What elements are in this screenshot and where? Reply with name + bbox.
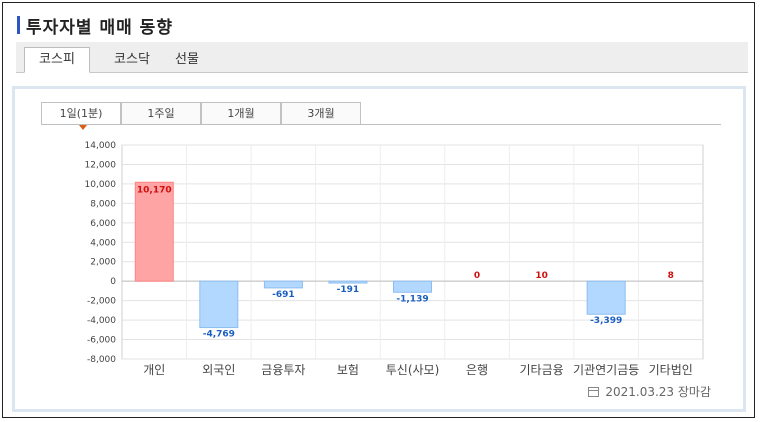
category-label: 금융투자 — [261, 363, 305, 377]
value-label: -1,139 — [396, 294, 428, 304]
bar — [134, 181, 174, 282]
category-label: 투신(사모) — [386, 363, 440, 377]
value-label: 10 — [535, 271, 548, 281]
value-label: 8 — [668, 271, 674, 281]
bar — [586, 280, 626, 315]
bar — [199, 280, 239, 329]
bar-chart: 14,000 12,000 10,000 8,000 6,000 4,000 2,000 0 -… — [85, 141, 704, 377]
update-timestamp-text: 2021.03.23 장마감 — [605, 385, 711, 399]
y-tick-label: -2,000 — [87, 297, 116, 307]
labels-layer: 14,000 12,000 10,000 8,000 6,000 4,000 2,000 0 -… — [85, 141, 693, 377]
category-label: 기관연기금등 — [573, 363, 639, 377]
value-label: -4,769 — [203, 330, 235, 340]
category-label: 외국인 — [202, 363, 235, 377]
y-tick-label: 6,000 — [90, 219, 116, 229]
y-tick-label: -8,000 — [87, 355, 116, 365]
y-tick-label: -6,000 — [87, 336, 116, 346]
category-label: 기타금융 — [520, 363, 564, 377]
bar — [393, 280, 432, 293]
calendar-icon — [588, 386, 600, 397]
y-tick-label: 0 — [110, 277, 116, 287]
value-label: -691 — [272, 290, 295, 300]
y-tick-label: 14,000 — [85, 141, 117, 151]
value-label: 0 — [474, 271, 480, 281]
y-tick-label: 2,000 — [90, 258, 116, 268]
bar — [328, 280, 368, 284]
value-label: -3,399 — [590, 316, 622, 326]
value-label: 10,170 — [137, 185, 172, 195]
y-tick-label: 10,000 — [85, 180, 117, 190]
y-tick-label: -4,000 — [87, 316, 116, 326]
category-label: 보험 — [337, 363, 359, 377]
bar — [263, 280, 303, 289]
category-label: 은행 — [466, 362, 488, 377]
category-label: 개인 — [143, 363, 165, 377]
y-tick-label: 12,000 — [85, 160, 117, 170]
y-tick-label: 8,000 — [90, 199, 116, 209]
value-label: -191 — [337, 285, 360, 295]
category-label: 기타법인 — [649, 363, 693, 377]
update-timestamp: 2021.03.23 장마감 — [588, 383, 711, 400]
y-tick-label: 4,000 — [90, 238, 116, 248]
